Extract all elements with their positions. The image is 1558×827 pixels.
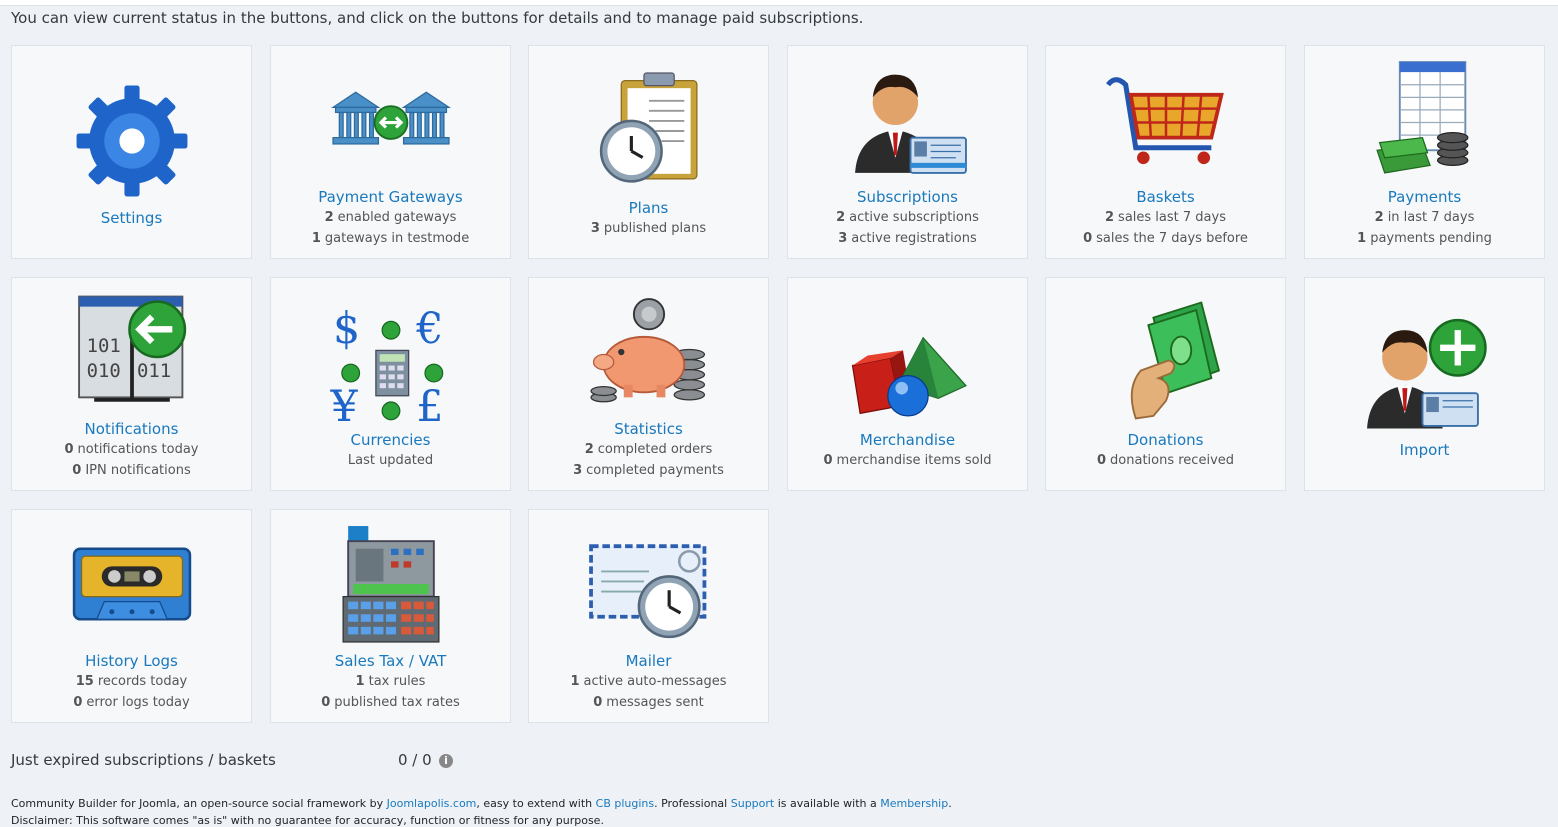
gateways-enabled-line: 2 enabled gateways [324, 210, 457, 225]
donations-title: Donations [1127, 430, 1204, 449]
statistics-orders-line: 2 completed orders [584, 442, 713, 457]
history-records-line: 15 records today [75, 674, 188, 689]
footer-text-3: . Professional [654, 797, 731, 810]
clipboard-clock-icon [584, 66, 714, 196]
currencies-last-updated-line: Last updated [347, 452, 434, 468]
tax-rules-line: 1 tax rules [355, 674, 426, 689]
statistics-title: Statistics [614, 420, 683, 438]
cash-register-icon [326, 519, 456, 649]
membership-link[interactable]: Membership [880, 797, 948, 810]
merchandise-tile[interactable]: Merchandise 0 merchandise items sold [787, 277, 1028, 491]
ipn-notifications-line: 0 IPN notifications [72, 463, 191, 478]
expired-value: 0 / 0 [398, 751, 432, 769]
cb-plugins-link[interactable]: CB plugins [596, 797, 654, 810]
baskets-title: Baskets [1136, 188, 1195, 206]
payment-gateways-title: Payment Gateways [318, 188, 463, 206]
intro-text: You can view current status in the butto… [11, 9, 864, 27]
shopping-cart-icon [1101, 55, 1231, 185]
notifications-tile[interactable]: 101 010 011 Notifications 0 notifications… [11, 277, 252, 491]
svg-text:€: € [415, 303, 443, 353]
donations-tile[interactable]: Donations 0 donations received [1045, 277, 1286, 491]
svg-text:101: 101 [86, 335, 120, 357]
svg-text:$: $ [333, 303, 360, 353]
sales-tax-title: Sales Tax / VAT [334, 652, 447, 670]
currencies-title: Currencies [350, 430, 431, 449]
support-link[interactable]: Support [731, 797, 774, 810]
currencies-tile[interactable]: $ € ¥ £ Currencies Last updated [270, 277, 511, 491]
shapes-icon [843, 298, 973, 428]
notifications-title: Notifications [84, 420, 179, 438]
import-tile[interactable]: Import [1304, 277, 1545, 491]
top-border [0, 0, 1558, 6]
registrations-active-line: 3 active registrations [838, 231, 977, 246]
joomlapolis-link[interactable]: Joomlapolis.com [387, 797, 477, 810]
svg-text:011: 011 [137, 360, 171, 382]
subscriptions-title: Subscriptions [856, 188, 958, 206]
settings-title: Settings [100, 209, 163, 227]
history-logs-title: History Logs [85, 652, 178, 670]
mailer-auto-messages-line: 1 active auto-messages [570, 674, 727, 689]
sales-tax-tile[interactable]: Sales Tax / VAT 1 tax rules 0 published ta… [270, 509, 511, 723]
user-card-icon [843, 55, 973, 185]
baskets-tile[interactable]: Baskets 2 sales last 7 days 0 sales the 7 … [1045, 45, 1286, 259]
payments-tile[interactable]: Payments 2 in last 7 days 1 payments pendi… [1304, 45, 1545, 259]
tax-rates-line: 0 published tax rates [321, 695, 460, 710]
subscriptions-active-line: 2 active subscriptions [836, 210, 979, 225]
svg-text:¥: ¥ [329, 381, 358, 425]
payment-gateways-tile[interactable]: Payment Gateways 2 enabled gateways 1 gate… [270, 45, 511, 259]
subscriptions-tile[interactable]: Subscriptions 2 active subscriptions 3 act… [787, 45, 1028, 259]
donations-received-line: 0 donations received [1096, 452, 1235, 468]
payments-title: Payments [1387, 188, 1462, 206]
statistics-tile[interactable]: Statistics 2 completed orders 3 completed … [528, 277, 769, 491]
merchandise-title: Merchandise [859, 430, 956, 449]
plans-title: Plans [628, 198, 669, 217]
mailer-sent-line: 0 messages sent [593, 695, 704, 710]
currency-symbols-icon: $ € ¥ £ [326, 298, 456, 428]
footer-text-2: , easy to extend with [476, 797, 596, 810]
binary-window-icon: 101 010 011 [67, 287, 197, 417]
merchandise-sold-line: 0 merchandise items sold [823, 452, 992, 468]
statistics-payments-line: 3 completed payments [573, 463, 724, 478]
hand-money-icon [1101, 298, 1231, 428]
cassette-icon [67, 519, 197, 649]
gateways-testmode-line: 1 gateways in testmode [311, 231, 470, 246]
footer-text-4: is available with a [774, 797, 881, 810]
expired-label: Just expired subscriptions / baskets [11, 751, 276, 769]
history-errors-line: 0 error logs today [73, 695, 190, 710]
history-logs-tile[interactable]: History Logs 15 records today 0 error logs… [11, 509, 252, 723]
svg-text:£: £ [416, 381, 443, 425]
footer-credits: Community Builder for Joomla, an open-so… [11, 797, 952, 810]
spreadsheet-money-icon [1360, 55, 1490, 185]
envelope-clock-icon [584, 519, 714, 649]
svg-text:010: 010 [86, 360, 120, 382]
payments-pending-line: 1 payments pending [1357, 231, 1492, 246]
settings-tile[interactable]: Settings [11, 45, 252, 259]
gear-icon [67, 76, 197, 206]
baskets-sales-last-line: 2 sales last 7 days [1105, 210, 1226, 225]
payments-last-7-line: 2 in last 7 days [1374, 210, 1475, 225]
footer-text-1: Community Builder for Joomla, an open-so… [11, 797, 387, 810]
mailer-title: Mailer [625, 652, 672, 670]
notifications-today-line: 0 notifications today [64, 442, 199, 457]
plans-tile[interactable]: Plans 3 published plans [528, 45, 769, 259]
import-title: Import [1399, 441, 1450, 459]
mailer-tile[interactable]: Mailer 1 active auto-messages 0 messages s… [528, 509, 769, 723]
info-icon[interactable]: i [439, 754, 453, 768]
bank-transfer-icon [326, 55, 456, 185]
user-add-icon [1360, 308, 1490, 438]
plans-published-line: 3 published plans [590, 220, 707, 236]
baskets-sales-before-line: 0 sales the 7 days before [1083, 231, 1248, 246]
footer-text-5: . [948, 797, 952, 810]
piggy-bank-icon [584, 287, 714, 417]
